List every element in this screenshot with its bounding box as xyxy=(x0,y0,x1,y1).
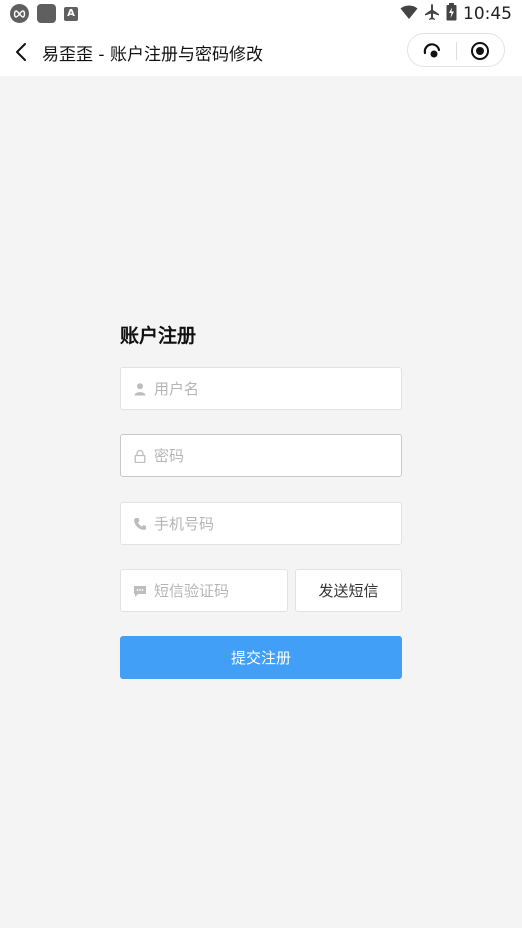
sms-code-input[interactable] xyxy=(154,570,284,611)
username-field xyxy=(120,367,402,410)
status-time: 10:45 xyxy=(463,4,512,24)
send-sms-button[interactable]: 发送短信 xyxy=(295,569,402,612)
mini-program-capsule xyxy=(407,33,505,67)
close-button[interactable] xyxy=(469,40,491,62)
back-button[interactable] xyxy=(10,40,34,64)
submit-register-button[interactable]: 提交注册 xyxy=(120,636,402,679)
password-input[interactable] xyxy=(154,435,394,476)
wifi-icon xyxy=(400,4,418,24)
capsule-divider xyxy=(456,42,457,60)
lock-icon xyxy=(134,449,146,463)
register-form: 账户注册 发送短信 提交注册 xyxy=(120,320,402,679)
page-title: 易歪歪 - 账户注册与密码修改 xyxy=(42,45,263,65)
app-square-icon xyxy=(37,4,56,23)
status-right-icons: 10:45 xyxy=(400,3,512,25)
username-input[interactable] xyxy=(154,368,394,409)
password-field xyxy=(120,434,402,477)
sms-code-field xyxy=(120,569,288,612)
phone-icon xyxy=(134,518,146,530)
battery-charging-icon xyxy=(446,3,457,25)
status-left-icons: A xyxy=(10,4,78,23)
more-dots-icon xyxy=(423,43,441,58)
font-a-icon: A xyxy=(64,6,78,21)
user-icon xyxy=(134,383,146,396)
status-bar: A 10:45 xyxy=(0,0,522,28)
airplane-icon xyxy=(424,3,440,25)
phone-field xyxy=(120,502,402,545)
form-title: 账户注册 xyxy=(120,325,197,347)
target-close-icon xyxy=(471,42,489,60)
infinity-icon xyxy=(10,4,29,23)
phone-input[interactable] xyxy=(154,503,394,544)
back-chevron-icon xyxy=(16,43,26,61)
nav-bar: 易歪歪 - 账户注册与密码修改 xyxy=(0,28,522,76)
message-icon xyxy=(134,586,146,597)
more-button[interactable] xyxy=(421,40,443,62)
